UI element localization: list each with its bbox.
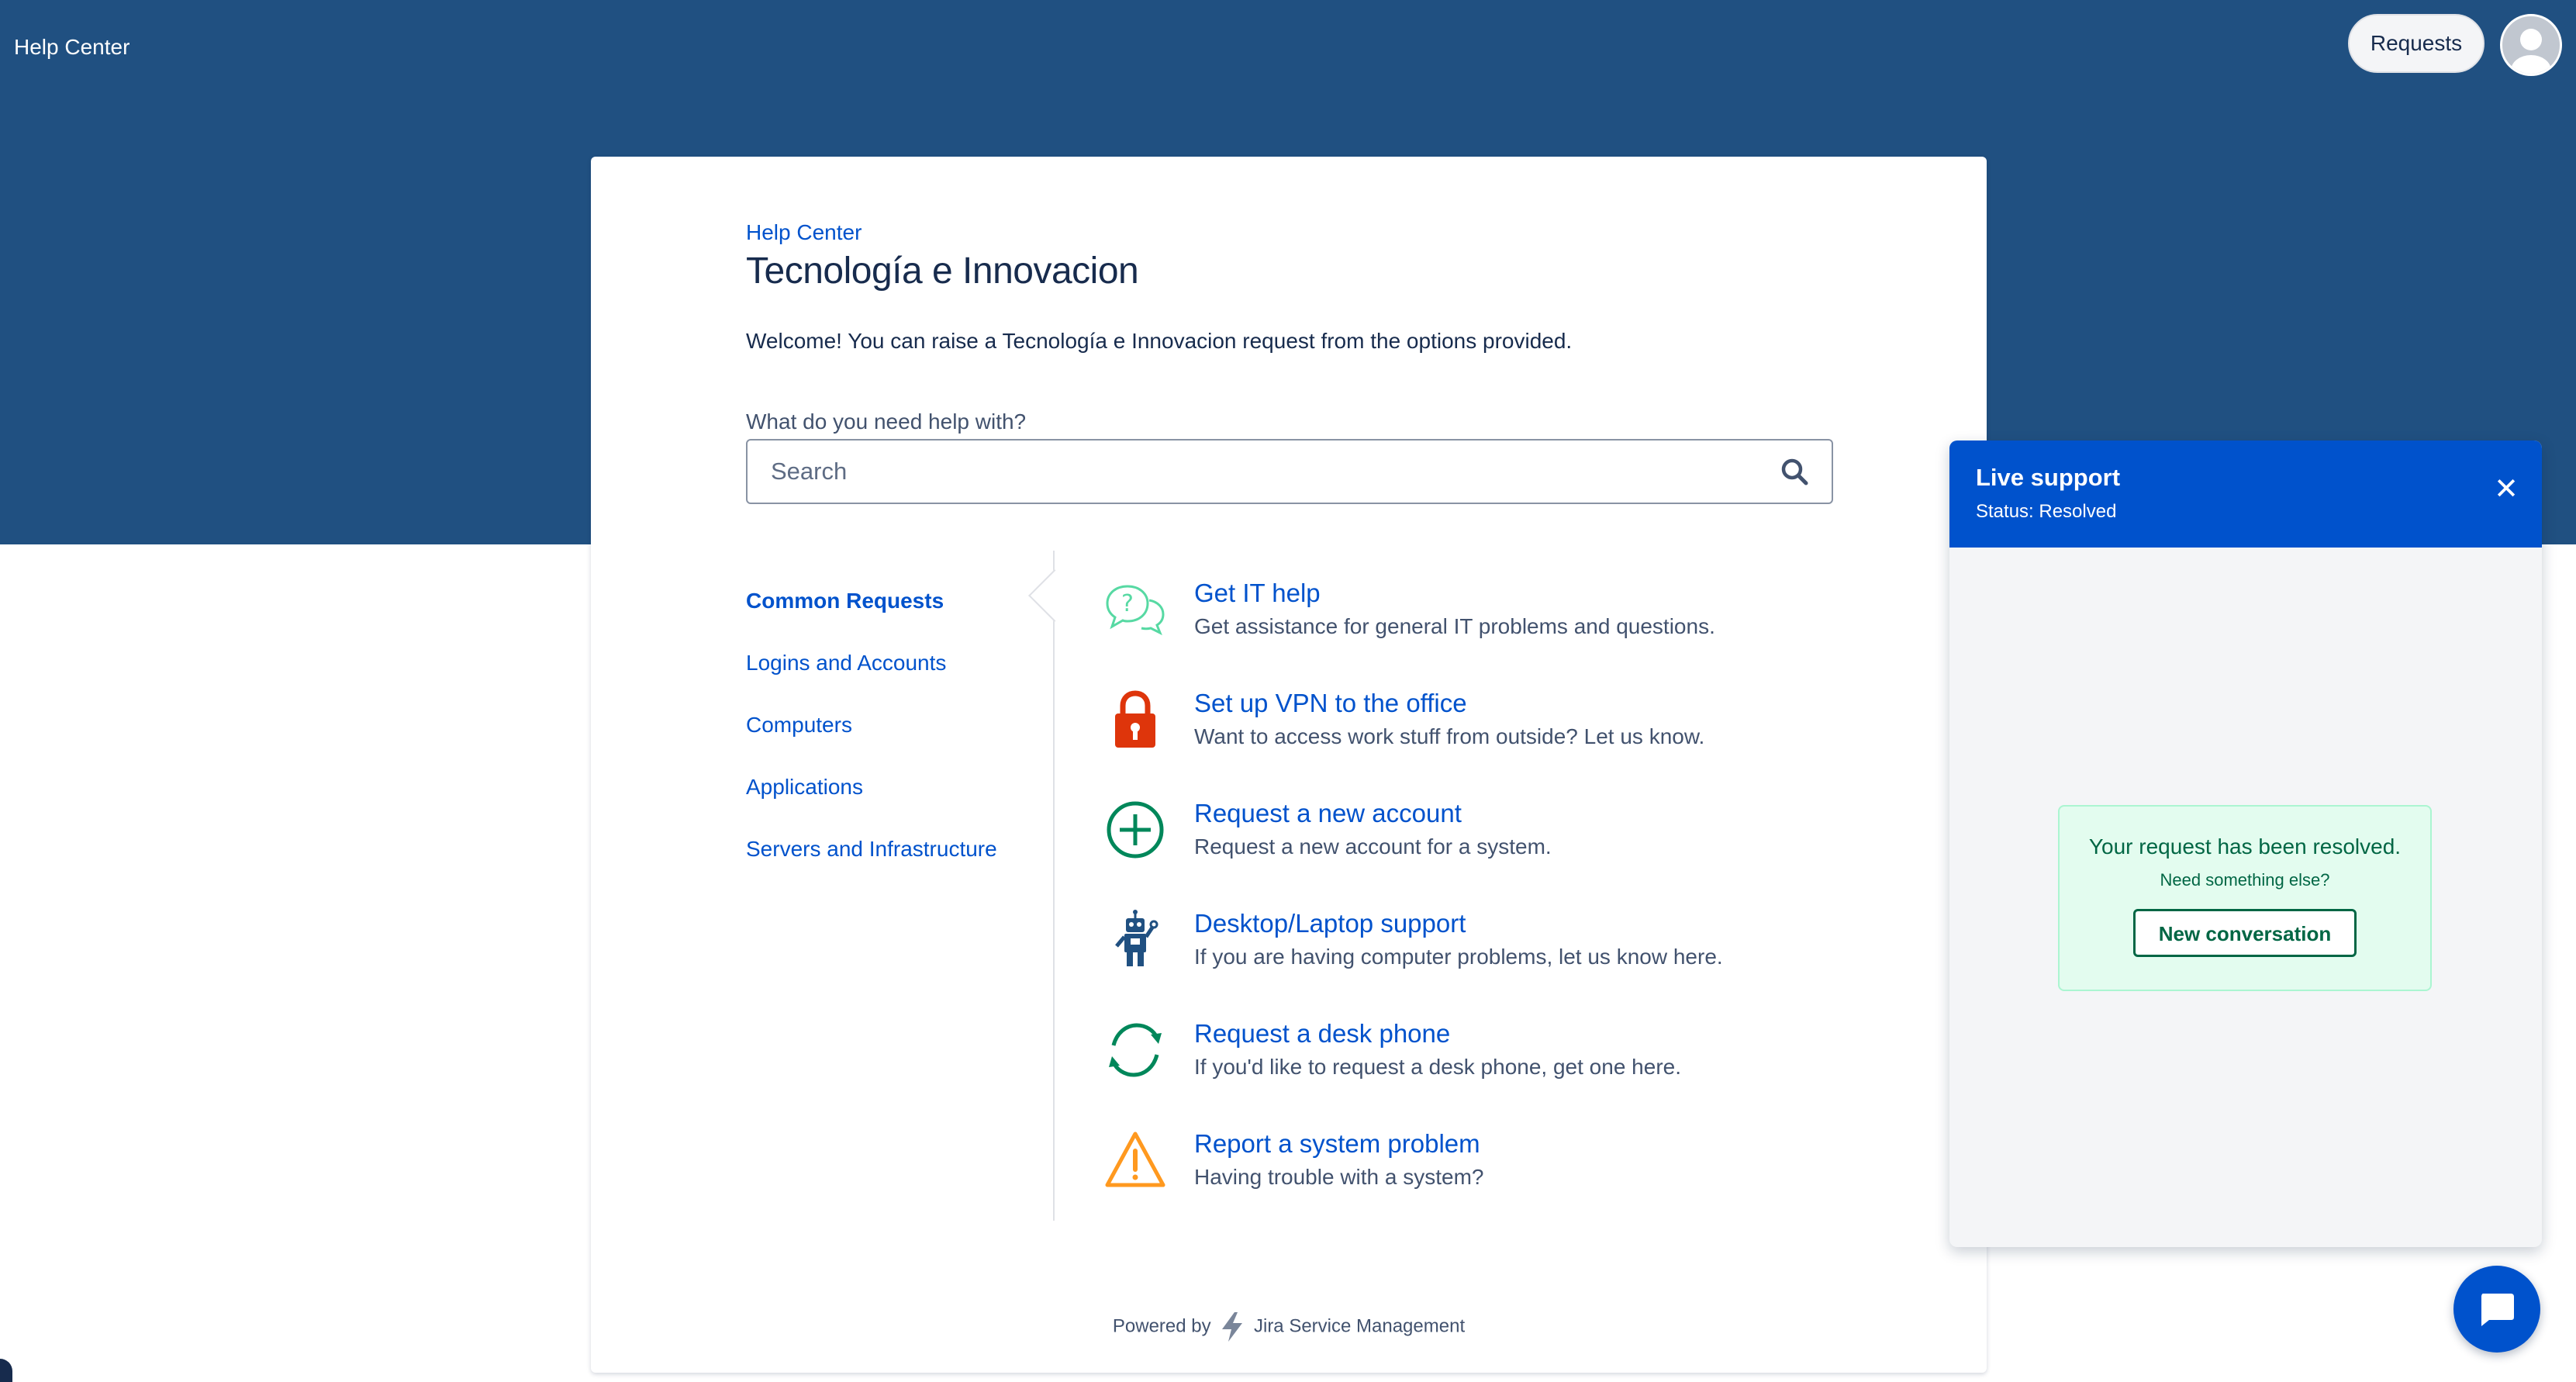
request-type-description: Want to access work stuff from outside? … xyxy=(1194,724,1705,748)
request-type-name[interactable]: Report a system problem xyxy=(1194,1129,1480,1159)
portal-card: Help Center Tecnología e Innovacion Welc… xyxy=(591,157,1987,1373)
category-divider xyxy=(1053,551,1055,1221)
request-type-description: Get assistance for general IT problems a… xyxy=(1194,614,1715,638)
request-type-desktop-support[interactable]: Desktop/Laptop support If you are having… xyxy=(1104,909,1880,994)
search-label: What do you need help with? xyxy=(746,409,1027,434)
powered-by: Powered by Jira Service Management xyxy=(591,1312,1987,1342)
category-common-requests[interactable]: Common Requests xyxy=(746,588,1056,650)
page-title: Tecnología e Innovacion xyxy=(746,250,1139,292)
request-type-name[interactable]: Get IT help xyxy=(1194,579,1321,608)
chat-launcher-button[interactable] xyxy=(2453,1266,2540,1353)
breadcrumb[interactable]: Help Center xyxy=(746,220,862,245)
powered-by-label: Powered by xyxy=(1112,1315,1211,1337)
close-icon[interactable]: ✕ xyxy=(2494,475,2519,504)
resolved-message: Your request has been resolved. xyxy=(2088,834,2402,859)
search-input[interactable]: Search xyxy=(746,439,1833,504)
plus-circle-icon xyxy=(1107,801,1164,859)
product-link[interactable]: Jira Service Management xyxy=(1254,1315,1465,1336)
request-type-name[interactable]: Desktop/Laptop support xyxy=(1194,909,1466,938)
chat-title: Live support xyxy=(1976,464,2121,491)
category-servers-infrastructure[interactable]: Servers and Infrastructure xyxy=(746,836,1056,898)
live-support-panel: Live support Status: Resolved ✕ Your req… xyxy=(1949,441,2542,1247)
category-applications[interactable]: Applications xyxy=(746,774,1056,836)
category-list: Common Requests Logins and Accounts Comp… xyxy=(746,588,1056,898)
request-type-vpn[interactable]: Set up VPN to the office Want to access … xyxy=(1104,689,1880,774)
need-something-else: Need something else? xyxy=(2160,870,2330,890)
request-type-get-it-help[interactable]: ? Get IT help Get assistance for general… xyxy=(1104,579,1880,664)
request-type-name[interactable]: Request a new account xyxy=(1194,799,1462,828)
request-type-new-account[interactable]: Request a new account Request a new acco… xyxy=(1104,799,1880,884)
lock-icon xyxy=(1115,690,1155,748)
question-bubbles-icon: ? xyxy=(1106,585,1165,636)
request-type-system-problem[interactable]: Report a system problem Having trouble w… xyxy=(1104,1129,1880,1214)
resolved-notice: Your request has been resolved. Need som… xyxy=(2058,805,2432,991)
request-type-name[interactable]: Request a desk phone xyxy=(1194,1019,1450,1049)
search-icon[interactable] xyxy=(1779,456,1810,487)
request-type-description: Request a new account for a system. xyxy=(1194,834,1552,859)
request-type-description: Having trouble with a system? xyxy=(1194,1165,1484,1189)
request-type-desk-phone[interactable]: Request a desk phone If you'd like to re… xyxy=(1104,1019,1880,1104)
welcome-text: Welcome! You can raise a Tecnología e In… xyxy=(746,329,1573,353)
warning-icon xyxy=(1105,1132,1165,1187)
window-corner xyxy=(0,1359,12,1382)
chat-status: Status: Resolved xyxy=(1976,501,2117,522)
refresh-arrows-icon xyxy=(1109,1023,1162,1077)
search-placeholder: Search xyxy=(771,458,848,485)
category-logins-accounts[interactable]: Logins and Accounts xyxy=(746,650,1056,712)
avatar[interactable] xyxy=(2500,14,2562,76)
site-title[interactable]: Help Center xyxy=(14,34,129,60)
category-computers[interactable]: Computers xyxy=(746,712,1056,774)
requests-button[interactable]: Requests xyxy=(2348,14,2484,73)
svg-text:?: ? xyxy=(1121,590,1134,617)
new-conversation-button[interactable]: New conversation xyxy=(2132,909,2357,957)
chat-header: Live support Status: Resolved ✕ xyxy=(1949,441,2542,548)
jira-bolt-icon xyxy=(1222,1312,1243,1342)
request-type-description: If you are having computer problems, let… xyxy=(1194,945,1723,969)
robot-icon xyxy=(1115,910,1159,966)
chat-bubble-icon xyxy=(2481,1294,2514,1326)
request-type-description: If you'd like to request a desk phone, g… xyxy=(1194,1055,1681,1079)
request-type-name[interactable]: Set up VPN to the office xyxy=(1194,689,1467,718)
